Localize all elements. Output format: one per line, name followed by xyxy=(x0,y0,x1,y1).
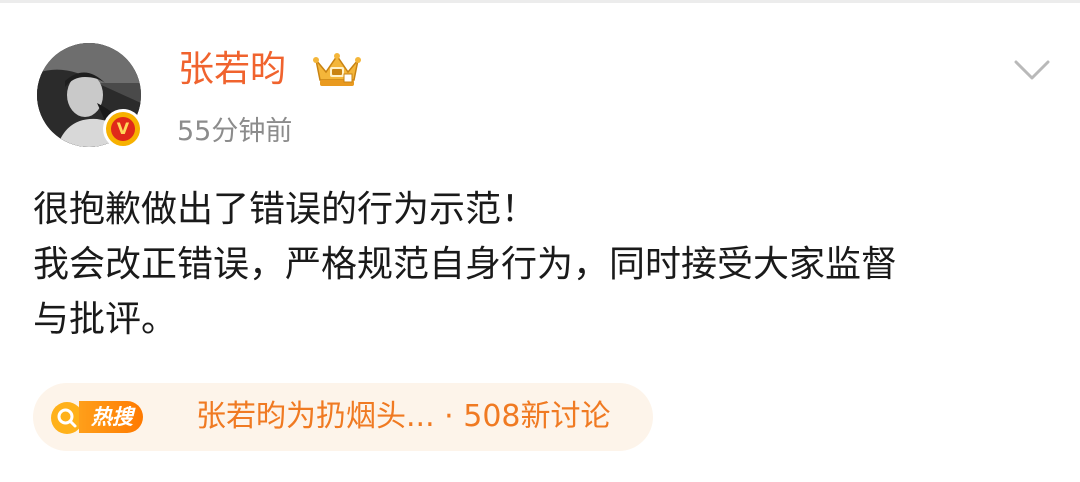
author-name[interactable]: 张若昀 xyxy=(178,44,286,96)
post-content-line: 与批评。 xyxy=(33,299,178,340)
hot-search-pill[interactable]: 热搜 张若昀为扔烟头... · 508新讨论 xyxy=(33,383,653,451)
hot-search-text[interactable]: 张若昀为扔烟头... · 508新讨论 xyxy=(196,395,611,439)
author-avatar[interactable]: V xyxy=(37,43,143,149)
hot-search-tag: 热搜 xyxy=(79,401,143,433)
post-timestamp: 55分钟前 xyxy=(177,116,293,147)
crown-badge-icon[interactable] xyxy=(312,50,362,90)
verified-mark: V xyxy=(111,117,135,141)
post-content-line: 很抱歉做出了错误的行为示范！ xyxy=(33,189,538,230)
top-divider xyxy=(0,0,1080,3)
post-content: 很抱歉做出了错误的行为示范！ 我会改正错误，严格规范自身行为，同时接受大家监督 … xyxy=(33,182,1053,347)
hot-search-count: 508新讨论 xyxy=(463,399,611,434)
hot-search-topic: 张若昀为扔烟头... xyxy=(196,399,435,434)
verified-badge-icon: V xyxy=(103,109,143,149)
post-content-line: 我会改正错误，严格规范自身行为，同时接受大家监督 xyxy=(33,244,898,285)
chevron-down-icon[interactable] xyxy=(1008,52,1056,88)
hot-search-separator: · xyxy=(444,399,454,434)
